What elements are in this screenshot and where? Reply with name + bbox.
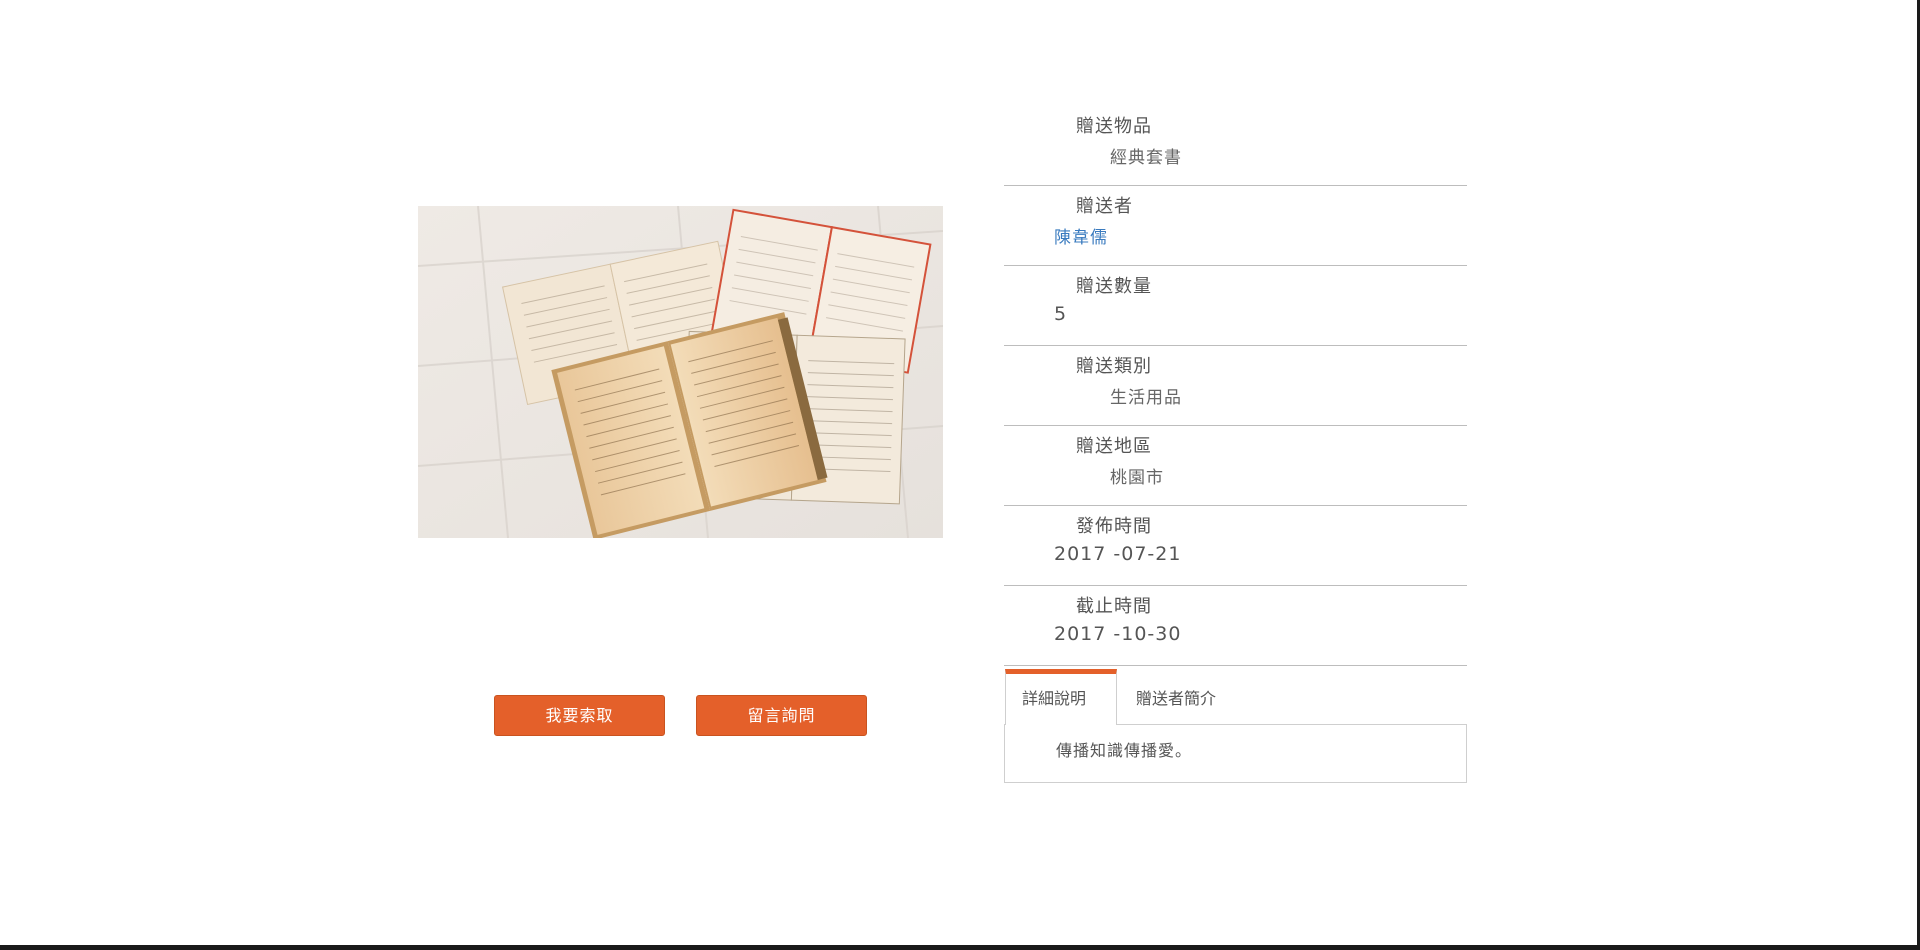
info-value-item: 經典套書 — [1110, 148, 1182, 168]
info-row-deadline: 截止時間 2017 -10-30 — [1004, 586, 1467, 666]
info-label: 發佈時間 — [1076, 516, 1152, 537]
tab-panel-detail: 傳播知識傳播愛。 — [1004, 724, 1467, 783]
tab-bar: 詳細說明 贈送者簡介 — [1004, 669, 1467, 725]
info-row-region: 贈送地區 桃園市 — [1004, 426, 1467, 506]
giver-link[interactable]: 陳韋儒 — [1054, 223, 1108, 248]
info-row-published: 發佈時間 2017 -07-21 — [1004, 506, 1467, 586]
info-value-quantity: 5 — [1054, 303, 1068, 325]
message-button[interactable]: 留言詢問 — [696, 695, 867, 736]
info-row-quantity: 贈送數量 5 — [1004, 266, 1467, 346]
info-label: 贈送類別 — [1076, 356, 1152, 377]
detail-tabs: 詳細說明 贈送者簡介 傳播知識傳播愛。 — [1004, 669, 1467, 783]
info-row-item: 贈送物品 經典套書 — [1004, 106, 1467, 186]
info-value-published-date: 2017 -07-21 — [1054, 543, 1182, 565]
info-label: 贈送數量 — [1076, 276, 1152, 297]
item-info-list: 贈送物品 經典套書 贈送者 陳韋儒 贈送數量 5 贈送類別 生活用品 贈送地區 … — [1004, 106, 1467, 666]
info-label: 贈送物品 — [1076, 116, 1152, 137]
page: 我要索取 留言詢問 贈送物品 經典套書 贈送者 陳韋儒 贈送數量 5 贈送類別 … — [0, 0, 1920, 950]
info-label: 贈送者 — [1076, 196, 1133, 217]
tab-giver-profile[interactable]: 贈送者簡介 — [1136, 669, 1216, 724]
info-value-category: 生活用品 — [1110, 388, 1182, 408]
detail-description: 傳播知識傳播愛。 — [1056, 741, 1193, 760]
item-photo — [418, 206, 943, 538]
info-label: 截止時間 — [1076, 596, 1152, 617]
claim-button[interactable]: 我要索取 — [494, 695, 665, 736]
info-row-giver: 贈送者 陳韋儒 — [1004, 186, 1467, 266]
books-image — [418, 206, 943, 538]
info-row-category: 贈送類別 生活用品 — [1004, 346, 1467, 426]
info-value-region: 桃園市 — [1110, 468, 1164, 488]
info-label: 贈送地區 — [1076, 436, 1152, 457]
info-value-deadline-date: 2017 -10-30 — [1054, 623, 1182, 645]
tab-detail[interactable]: 詳細說明 — [1005, 669, 1117, 725]
